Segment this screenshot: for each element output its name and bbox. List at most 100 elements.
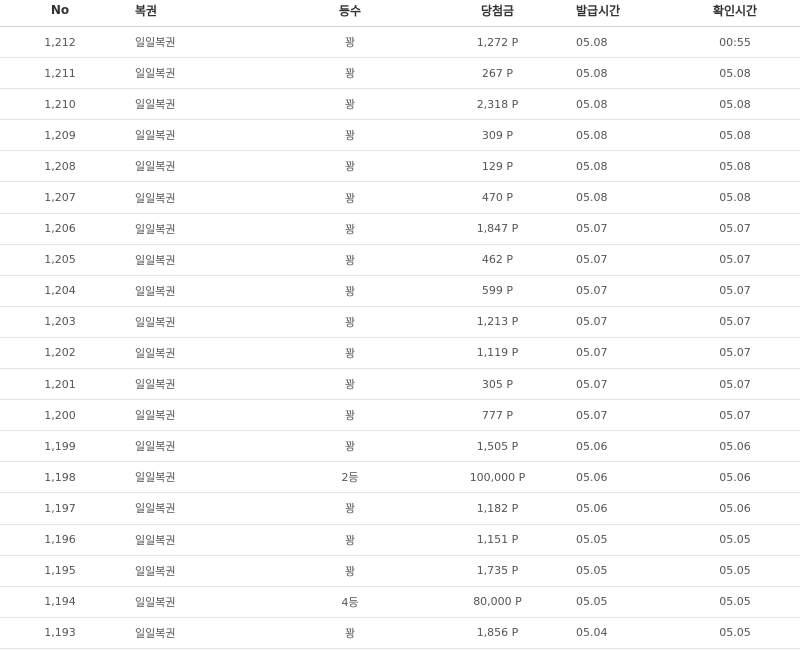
cell-ticket: 일일복권 [135,129,176,143]
cell-checked-time: 05.06 [719,501,751,515]
cell-issued-time: 05.08 [576,97,608,111]
cell-ticket: 일일복권 [135,502,176,516]
cell-issued-time: 05.07 [576,377,608,391]
table-row: 1,198 일일복권 2등 100,000 P 05.06 05.06 [0,462,800,494]
cell-rank: 꽝 [344,315,356,329]
cell-issued-time: 05.06 [576,439,608,453]
cell-issued-time: 05.05 [576,533,608,547]
cell-issued-time: 05.07 [576,284,608,298]
cell-no: 1,205 [44,253,76,267]
header-issued-time: 발급시간 [576,3,621,18]
cell-issued-time: 05.06 [576,470,608,484]
cell-issued-time: 05.07 [576,346,608,360]
cell-amount: 1,182 P [476,501,519,515]
cell-checked-time: 05.05 [719,595,751,609]
cell-ticket: 일일복권 [135,284,176,298]
cell-rank: 꽝 [344,533,356,547]
cell-ticket: 일일복권 [135,160,176,174]
cell-rank: 꽝 [344,160,356,174]
cell-issued-time: 05.07 [576,408,608,422]
cell-rank: 꽝 [344,253,356,267]
cell-rank: 2등 [341,471,359,485]
cell-amount: 462 P [481,253,514,267]
cell-amount: 1,505 P [476,439,519,453]
cell-ticket: 일일복권 [135,471,176,485]
cell-amount: 470 P [481,191,514,205]
cell-checked-time: 05.08 [719,128,751,142]
cell-no: 1,194 [44,595,76,609]
cell-ticket: 일일복권 [135,222,176,236]
table-row: 1,208 일일복권 꽝 129 P 05.08 05.08 [0,151,800,183]
cell-ticket: 일일복권 [135,315,176,329]
cell-no: 1,206 [44,222,76,236]
cell-checked-time: 05.08 [719,191,751,205]
cell-checked-time: 05.05 [719,564,751,578]
header-no: No [50,3,70,17]
cell-issued-time: 05.05 [576,595,608,609]
cell-checked-time: 05.08 [719,66,751,80]
cell-ticket: 일일복권 [135,595,176,609]
table-row: 1,194 일일복권 4등 80,000 P 05.05 05.05 [0,587,800,618]
cell-no: 1,201 [44,377,76,391]
cell-checked-time: 05.05 [719,626,751,640]
cell-checked-time: 05.07 [719,315,751,329]
cell-checked-time: 05.05 [719,533,751,547]
cell-checked-time: 05.07 [719,253,751,267]
table-row: 1,207 일일복권 꽝 470 P 05.08 05.08 [0,182,800,214]
cell-amount: 1,119 P [476,346,519,360]
cell-amount: 305 P [481,377,514,391]
cell-amount: 599 P [481,284,514,298]
table-row: 1,204 일일복권 꽝 599 P 05.07 05.07 [0,276,800,307]
cell-issued-time: 05.08 [576,128,608,142]
cell-amount: 777 P [481,408,514,422]
cell-rank: 4등 [341,595,359,609]
cell-issued-time: 05.08 [576,159,608,173]
cell-rank: 꽝 [344,564,356,578]
cell-checked-time: 05.06 [719,439,751,453]
cell-rank: 꽝 [344,98,356,112]
table-row: 1,195 일일복권 꽝 1,735 P 05.05 05.05 [0,556,800,587]
lottery-history-table: No 복권 등수 당첨금 발급시간 확인시간 1,212 일일복권 꽝 1,272 P… [0,0,800,649]
cell-amount: 1,735 P [476,564,519,578]
cell-no: 1,202 [44,346,76,360]
cell-checked-time: 05.06 [719,470,751,484]
cell-issued-time: 05.07 [576,253,608,267]
cell-no: 1,212 [44,35,76,49]
cell-checked-time: 05.07 [719,222,751,236]
cell-amount: 100,000 P [469,470,526,484]
cell-issued-time: 05.07 [576,222,608,236]
cell-checked-time: 00:55 [719,35,751,49]
cell-no: 1,193 [44,626,76,640]
table-row: 1,211 일일복권 꽝 267 P 05.08 05.08 [0,58,800,90]
cell-amount: 1,272 P [476,35,519,49]
cell-issued-time: 05.04 [576,626,608,640]
cell-no: 1,197 [44,501,76,515]
table-row: 1,205 일일복권 꽝 462 P 05.07 05.07 [0,245,800,276]
cell-ticket: 일일복권 [135,626,176,640]
cell-no: 1,204 [44,284,76,298]
cell-no: 1,208 [44,159,76,173]
cell-rank: 꽝 [344,409,356,423]
table-row: 1,209 일일복권 꽝 309 P 05.08 05.08 [0,120,800,152]
cell-no: 1,199 [44,439,76,453]
table-header: No 복권 등수 당첨금 발급시간 확인시간 [0,0,800,27]
cell-rank: 꽝 [344,378,356,392]
cell-no: 1,203 [44,315,76,329]
cell-rank: 꽝 [344,502,356,516]
cell-issued-time: 05.05 [576,564,608,578]
cell-no: 1,207 [44,191,76,205]
header-checked-time: 확인시간 [712,3,758,18]
table-row: 1,196 일일복권 꽝 1,151 P 05.05 05.05 [0,525,800,556]
cell-checked-time: 05.07 [719,346,751,360]
table-row: 1,200 일일복권 꽝 777 P 05.07 05.07 [0,400,800,432]
cell-ticket: 일일복권 [135,67,176,81]
cell-ticket: 일일복권 [135,440,176,454]
cell-ticket: 일일복권 [135,346,176,360]
cell-checked-time: 05.07 [719,284,751,298]
table-row: 1,210 일일복권 꽝 2,318 P 05.08 05.08 [0,89,800,121]
cell-checked-time: 05.07 [719,377,751,391]
cell-rank: 꽝 [344,222,356,236]
table-row: 1,193 일일복권 꽝 1,856 P 05.04 05.05 [0,618,800,649]
table-body: 1,212 일일복권 꽝 1,272 P 05.08 00:55 1,211 일일복권 꽝 267… [0,27,800,649]
cell-no: 1,210 [44,97,76,111]
